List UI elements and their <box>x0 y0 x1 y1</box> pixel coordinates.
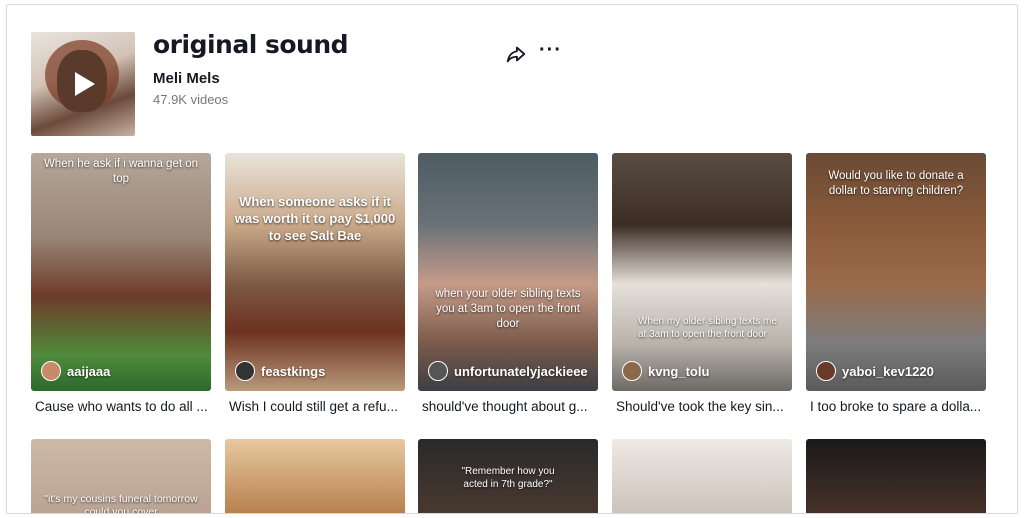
sound-page: original sound Meli Mels 47.9K videos ··… <box>6 4 1018 514</box>
avatar <box>235 361 255 381</box>
video-card[interactable]: "Remember how you acted in 7th grade?" <box>418 439 598 513</box>
video-user[interactable]: feastkings <box>235 361 325 381</box>
avatar <box>428 361 448 381</box>
video-overlay-text: "it's my cousins funeral tomorrow could … <box>44 493 198 514</box>
video-card[interactable]: When my older sibling texts me at 3am to… <box>612 153 792 391</box>
video-card[interactable]: Would you like to donate a dollar to sta… <box>806 153 986 391</box>
video-caption[interactable]: I too broke to spare a dolla... <box>810 399 990 414</box>
video-overlay-text: When he ask if i wanna get on top <box>43 158 199 185</box>
video-card[interactable] <box>806 439 986 513</box>
video-user[interactable]: kvng_tolu <box>622 361 709 381</box>
video-overlay-text: "Remember how you acted in 7th grade?" <box>461 466 555 490</box>
avatar <box>41 361 61 381</box>
video-card[interactable]: "it's my cousins funeral tomorrow could … <box>31 439 211 514</box>
video-user[interactable]: yaboi_kev1220 <box>816 361 934 381</box>
video-username: unfortunatelyjackieee <box>454 363 588 379</box>
video-card[interactable]: When he ask if i wanna get on top aaijaa… <box>31 153 211 391</box>
video-caption[interactable]: Should've took the key sin... <box>616 399 796 414</box>
more-dots-icon[interactable]: ··· <box>539 39 562 61</box>
play-icon[interactable] <box>75 72 95 96</box>
video-card[interactable]: when your older sibling texts you at 3am… <box>418 153 598 391</box>
video-caption[interactable]: Cause who wants to do all ... <box>35 399 215 414</box>
video-username: feastkings <box>261 363 326 379</box>
sound-author[interactable]: Meli Mels <box>153 70 220 87</box>
video-card[interactable] <box>225 439 405 513</box>
video-user[interactable]: aaijaaa <box>41 361 110 381</box>
video-caption[interactable]: should've thought about g... <box>422 399 602 414</box>
share-arrow-icon[interactable] <box>505 43 527 65</box>
video-username: kvng_tolu <box>648 363 710 379</box>
video-user[interactable]: unfortunatelyjackieee <box>428 361 588 381</box>
video-caption[interactable]: Wish I could still get a refu... <box>229 399 409 414</box>
avatar <box>622 361 642 381</box>
video-card[interactable]: When someone asks if it was worth it to … <box>225 153 405 391</box>
video-overlay-text: when your older sibling texts you at 3am… <box>435 288 581 330</box>
video-overlay-text: When my older sibling texts me at 3am to… <box>638 316 777 340</box>
video-overlay-text: When someone asks if it was worth it to … <box>234 194 396 243</box>
avatar <box>816 361 836 381</box>
video-overlay-text: Would you like to donate a dollar to sta… <box>828 170 964 197</box>
video-username: yaboi_kev1220 <box>842 363 934 379</box>
sound-title: original sound <box>153 30 349 59</box>
video-card[interactable] <box>612 439 792 513</box>
video-count: 47.9K videos <box>153 92 229 107</box>
video-username: aaijaaa <box>67 363 111 379</box>
sound-cover[interactable] <box>31 32 135 136</box>
